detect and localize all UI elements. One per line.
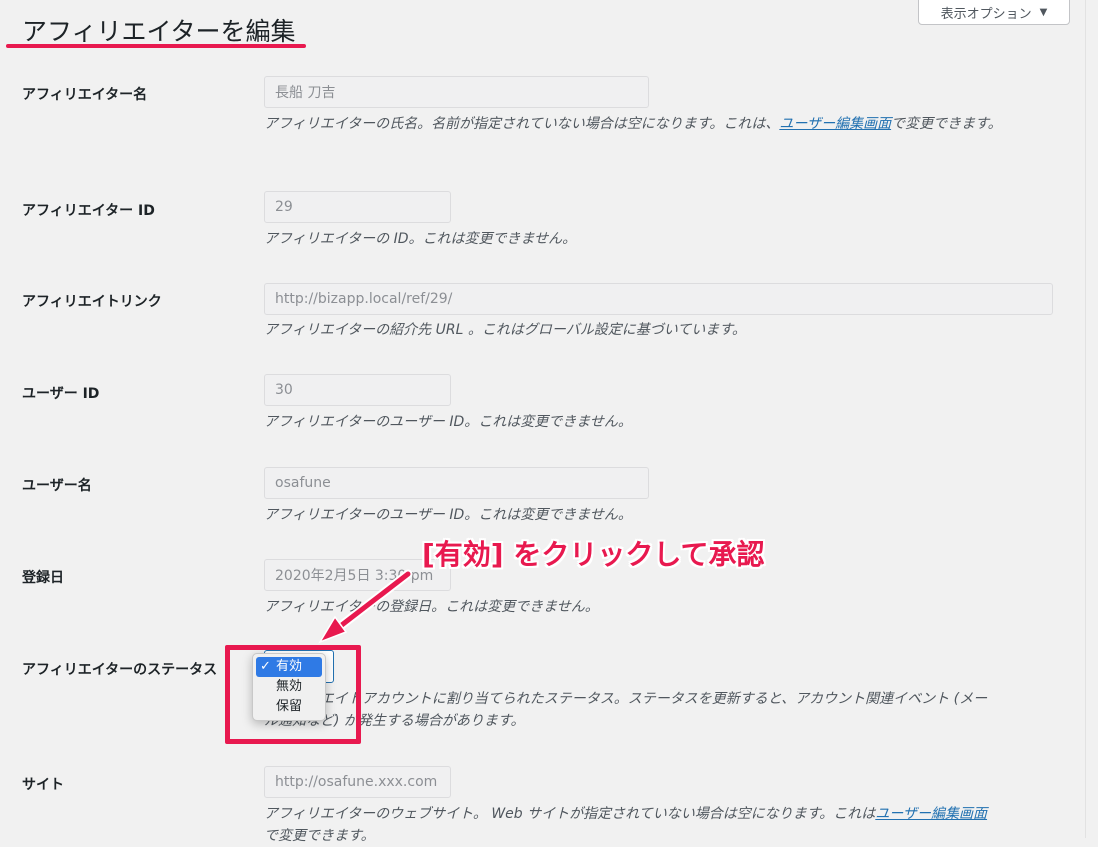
site-desc-text: アフィリエイターのウェブサイト。 Web サイトが指定されていない場合は空になり… [264, 806, 876, 822]
user-edit-link[interactable]: ユーザー編集画面 [779, 116, 891, 132]
affiliate-id-input[interactable]: 29 [264, 191, 451, 223]
site-user-edit-link[interactable]: ユーザー編集画面 [875, 806, 987, 822]
user-id-value: 30 [275, 382, 293, 398]
label-username: ユーザー名 [22, 478, 92, 494]
user-id-description: アフィリエイターのユーザー ID。これは変更できません。 [264, 414, 632, 430]
affiliate-link-description: アフィリエイターの紹介先 URL 。これはグローバル設定に基づいています。 [264, 322, 746, 338]
dropdown-arrow-icon: ▼ [1039, 6, 1048, 18]
annotation-underline [6, 44, 306, 48]
label-affiliate-link: アフィリエイトリンク [22, 294, 162, 310]
status-description: アフィリエイトアカウントに割り当てられたステータス。ステータスを更新すると、アカ… [264, 688, 1064, 732]
page-title: アフィリエイターを編集 [22, 17, 296, 46]
label-affiliate-name: アフィリエイター名 [22, 87, 148, 103]
label-registration-date: 登録日 [22, 570, 64, 586]
user-id-input[interactable]: 30 [264, 374, 451, 406]
status-description-line2: ル通知など) が発生する場合があります。 [264, 713, 525, 729]
username-description: アフィリエイターのユーザー ID。これは変更できません。 [264, 507, 632, 523]
screen-options-button[interactable]: 表示オプション ▼ [918, 0, 1070, 25]
desc-text-after: で変更できます。 [891, 116, 1002, 132]
site-input[interactable]: http://osafune.xxx.com [264, 766, 451, 798]
registration-date-value: 2020年2月5日 3:30 pm [275, 568, 434, 584]
affiliate-id-description: アフィリエイターの ID。これは変更できません。 [264, 231, 577, 247]
affiliate-link-value: http://bizapp.local/ref/29/ [275, 291, 453, 307]
affiliate-id-value: 29 [275, 199, 293, 215]
site-desc-text-after: で変更できます。 [264, 828, 375, 844]
label-affiliate-status: アフィリエイターのステータス [22, 662, 218, 678]
label-affiliate-id: アフィリエイター ID [22, 203, 155, 219]
annotation-highlight-box [225, 645, 361, 744]
label-site: サイト [22, 777, 64, 793]
username-value: osafune [275, 475, 331, 491]
affiliate-name-value: 長船 刀吉 [275, 85, 336, 101]
affiliate-name-input[interactable]: 長船 刀吉 [264, 76, 649, 108]
scrollbar[interactable] [1085, 0, 1098, 838]
username-input[interactable]: osafune [264, 467, 649, 499]
label-user-id: ユーザー ID [22, 386, 100, 402]
registration-date-description: アフィリエイターの登録日。これは変更できません。 [264, 599, 599, 615]
status-description-line1: アフィリエイトアカウントに割り当てられたステータス。ステータスを更新すると、アカ… [264, 691, 988, 707]
desc-text: アフィリエイターの氏名。名前が指定されていない場合は空になります。これは、 [264, 116, 780, 132]
annotation-callout-text: [有効] をクリックして承認 [422, 538, 765, 571]
affiliate-name-description: アフィリエイターの氏名。名前が指定されていない場合は空になります。これは、ユーザ… [264, 113, 1054, 135]
site-description: アフィリエイターのウェブサイト。 Web サイトが指定されていない場合は空になり… [264, 803, 1064, 847]
affiliate-link-input[interactable]: http://bizapp.local/ref/29/ [264, 283, 1053, 315]
site-value: http://osafune.xxx.com [275, 774, 438, 790]
screen-options-label: 表示オプション [940, 6, 1032, 22]
